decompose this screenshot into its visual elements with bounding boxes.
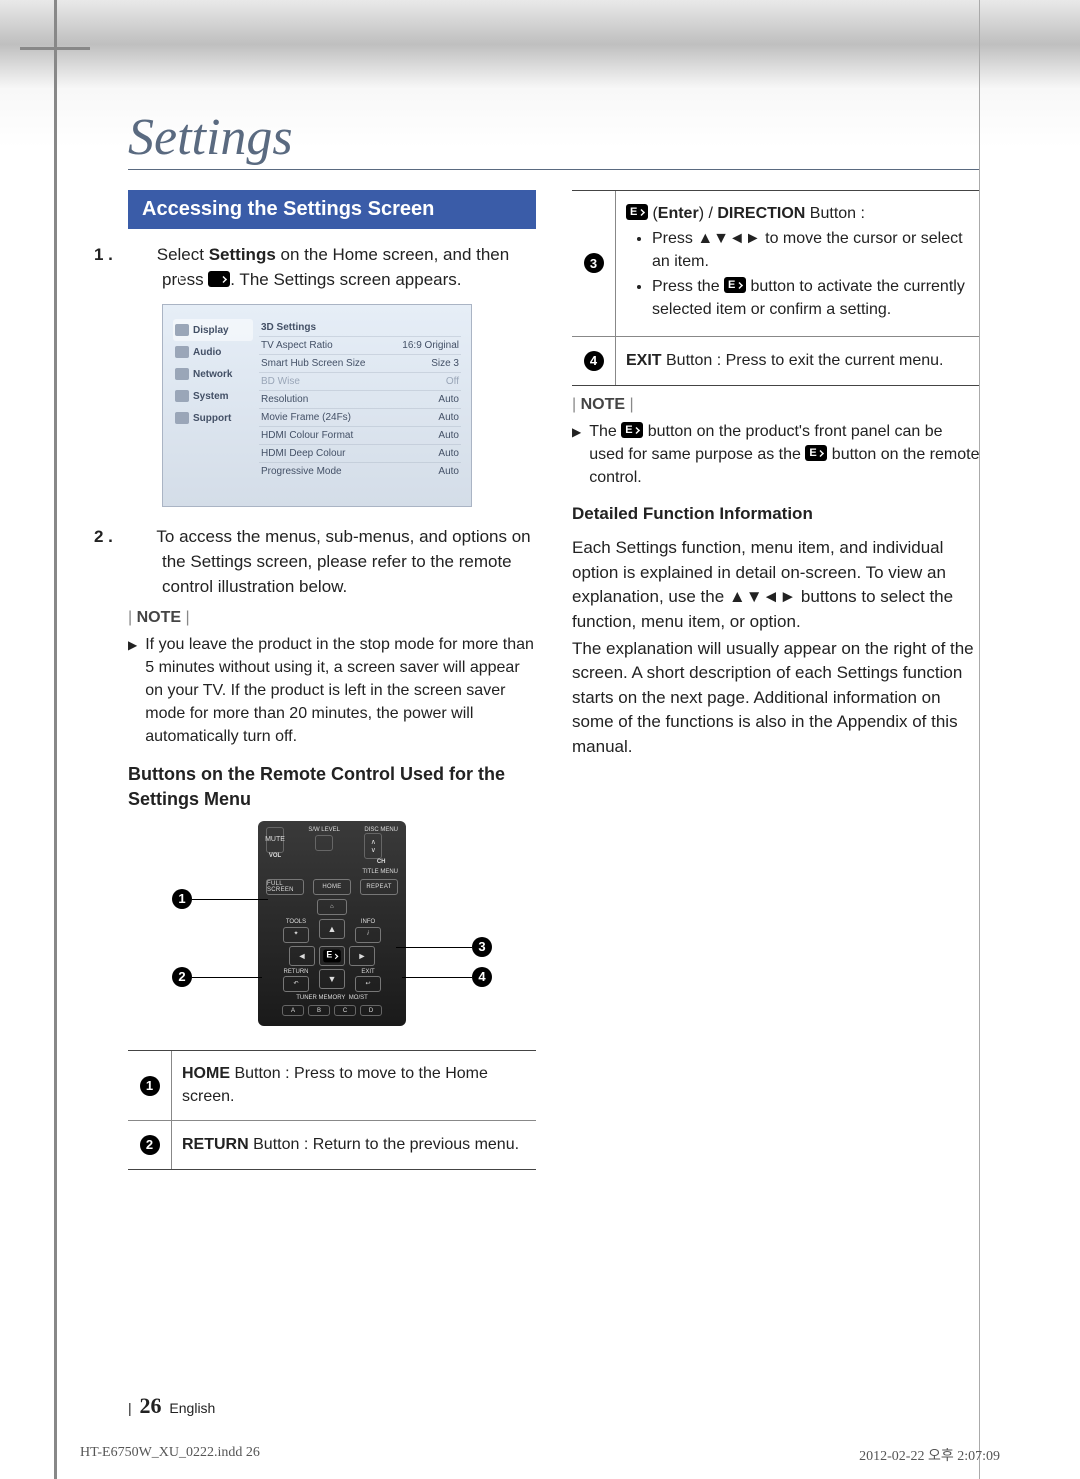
- trim-mark-right: [979, 0, 980, 1479]
- ftable-row-4: 4 EXIT Button : Press to exit the curren…: [572, 337, 980, 385]
- mock-nav-audio: Audio: [173, 341, 253, 363]
- remote-tools-button: TOOLS✦: [277, 919, 315, 943]
- remote-home-button: HOME: [313, 879, 351, 895]
- circ-2: 2: [140, 1135, 160, 1155]
- para-r2: The explanation will usually appear on t…: [572, 637, 980, 760]
- remote-vol-rocker: MUTE: [266, 827, 284, 853]
- step-2-text: To access the menus, sub-menus, and opti…: [156, 527, 530, 595]
- circ-3: 3: [584, 253, 604, 273]
- note-left: ▶ If you leave the product in the stop m…: [128, 633, 536, 748]
- mock-nav-display: Display: [173, 319, 253, 341]
- callout-3-line: [396, 947, 472, 949]
- enter-icon: [626, 204, 648, 220]
- mock-opt-1: Smart Hub Screen SizeSize 3: [259, 354, 461, 372]
- ftable-r3-li1: Press ▲▼◄► to move the cursor or select …: [652, 228, 970, 273]
- ftable-r3-li2: Press the button to activate the current…: [652, 276, 970, 321]
- remote-b-button: B: [308, 1005, 330, 1016]
- remote-home-icon-button: ⌂: [317, 899, 347, 915]
- step-1-text-post: . The Settings screen appears.: [230, 270, 461, 289]
- remote-illustration: MUTE VOL S/W LEVEL DISC MENU ∧∨ CH: [172, 821, 492, 1026]
- right-column: 3 (Enter) / DIRECTION Button : Press ▲▼◄…: [572, 190, 980, 1170]
- support-icon: [175, 412, 189, 424]
- remote-fullscreen-button: FULL SCREEN: [266, 879, 304, 895]
- function-table-left: 1 HOME Button : Press to move to the Hom…: [128, 1050, 536, 1170]
- remote-return-button: RETURN↶: [277, 969, 315, 993]
- mock-opt-7: Progressive ModeAuto: [259, 462, 461, 480]
- page-footer: | 26 English: [128, 1393, 215, 1419]
- audio-icon: [175, 346, 189, 358]
- page-number: 26: [140, 1393, 162, 1418]
- ftable-row-1: 1 HOME Button : Press to move to the Hom…: [128, 1051, 536, 1121]
- subhead-right: Detailed Function Information: [572, 503, 980, 526]
- remote-a-button: A: [282, 1005, 304, 1016]
- network-icon: [175, 368, 189, 380]
- note-right-pre: The: [589, 423, 621, 440]
- left-column: Accessing the Settings Screen 1 . Select…: [128, 190, 536, 1170]
- meta-left: HT-E6750W_XU_0222.indd 26: [80, 1445, 260, 1465]
- subhead-left: Buttons on the Remote Control Used for t…: [128, 762, 536, 811]
- mock-opt-2: BD WiseOff: [259, 372, 461, 390]
- remote-repeat-button: REPEAT: [360, 879, 398, 895]
- mock-head: 3D Settings: [259, 319, 461, 336]
- mock-nav-network: Network: [173, 363, 253, 385]
- triangle-icon: ▶: [128, 637, 137, 748]
- note-left-text: If you leave the product in the stop mod…: [145, 633, 536, 748]
- note-label-right: NOTE: [572, 396, 980, 414]
- note-label-left: NOTE: [128, 609, 536, 627]
- section-banner: Accessing the Settings Screen: [128, 190, 536, 229]
- step-1-bold: Settings: [209, 245, 276, 264]
- remote-c-button: C: [334, 1005, 356, 1016]
- trim-mark-horizontal: [20, 47, 90, 50]
- enter-icon: [724, 277, 746, 293]
- remote-left-button: ◄: [289, 946, 315, 966]
- enter-icon: [208, 271, 230, 287]
- circ-4: 4: [584, 351, 604, 371]
- meta-footer: HT-E6750W_XU_0222.indd 26 2012-02-22 오후 …: [0, 1445, 1080, 1465]
- remote-info-button: INFOi: [349, 919, 387, 943]
- remote-right-button: ►: [349, 946, 375, 966]
- remote-ch-rocker: ∧∨: [364, 833, 382, 859]
- circ-1: 1: [140, 1076, 160, 1096]
- page-content: Settings Accessing the Settings Screen 1…: [0, 0, 1080, 1170]
- callout-4: 4: [472, 967, 492, 987]
- step-1-text-pre: Select: [157, 245, 209, 264]
- system-icon: [175, 390, 189, 402]
- ftable-row-2: 2 RETURN Button : Return to the previous…: [128, 1121, 536, 1169]
- callout-2: 2: [172, 967, 192, 987]
- callout-3: 3: [472, 937, 492, 957]
- trim-mark-vertical: [54, 0, 57, 1479]
- mock-opt-3: ResolutionAuto: [259, 390, 461, 408]
- meta-right: 2012-02-22 오후 2:07:09: [859, 1445, 1000, 1465]
- note-right: ▶ The button on the product's front pane…: [572, 420, 980, 489]
- settings-screen-mock: Display Audio Network System Support 3D …: [162, 304, 472, 507]
- ftable-row-3: 3 (Enter) / DIRECTION Button : Press ▲▼◄…: [572, 191, 980, 337]
- callout-4-line: [402, 977, 472, 979]
- remote-exit-button: EXIT↩: [349, 969, 387, 993]
- para-r1: Each Settings function, menu item, and i…: [572, 536, 980, 635]
- mock-opt-0: TV Aspect Ratio16:9 Original: [259, 336, 461, 354]
- display-icon: [175, 324, 189, 336]
- remote-d-button: D: [360, 1005, 382, 1016]
- callout-1-line: [192, 899, 268, 901]
- mock-opt-4: Movie Frame (24Fs)Auto: [259, 408, 461, 426]
- enter-icon: [621, 422, 643, 438]
- function-table-right: 3 (Enter) / DIRECTION Button : Press ▲▼◄…: [572, 190, 980, 386]
- triangle-icon: ▶: [572, 424, 581, 489]
- remote-down-button: ▼: [319, 969, 345, 989]
- enter-icon: [805, 445, 827, 461]
- mock-nav-system: System: [173, 385, 253, 407]
- step-1: 1 . Select Settings on the Home screen, …: [128, 243, 536, 292]
- page-lang: English: [169, 1400, 215, 1416]
- mock-opt-6: HDMI Deep ColourAuto: [259, 444, 461, 462]
- step-2: 2 . To access the menus, sub-menus, and …: [128, 525, 536, 599]
- callout-2-line: [192, 977, 262, 979]
- mock-nav-support: Support: [173, 407, 253, 429]
- callout-1: 1: [172, 889, 192, 909]
- title-rule: [128, 169, 980, 170]
- page-title: Settings: [128, 108, 980, 167]
- remote-up-button: ▲: [319, 919, 345, 939]
- remote-enter-button: [319, 946, 345, 966]
- mock-opt-5: HDMI Colour FormatAuto: [259, 426, 461, 444]
